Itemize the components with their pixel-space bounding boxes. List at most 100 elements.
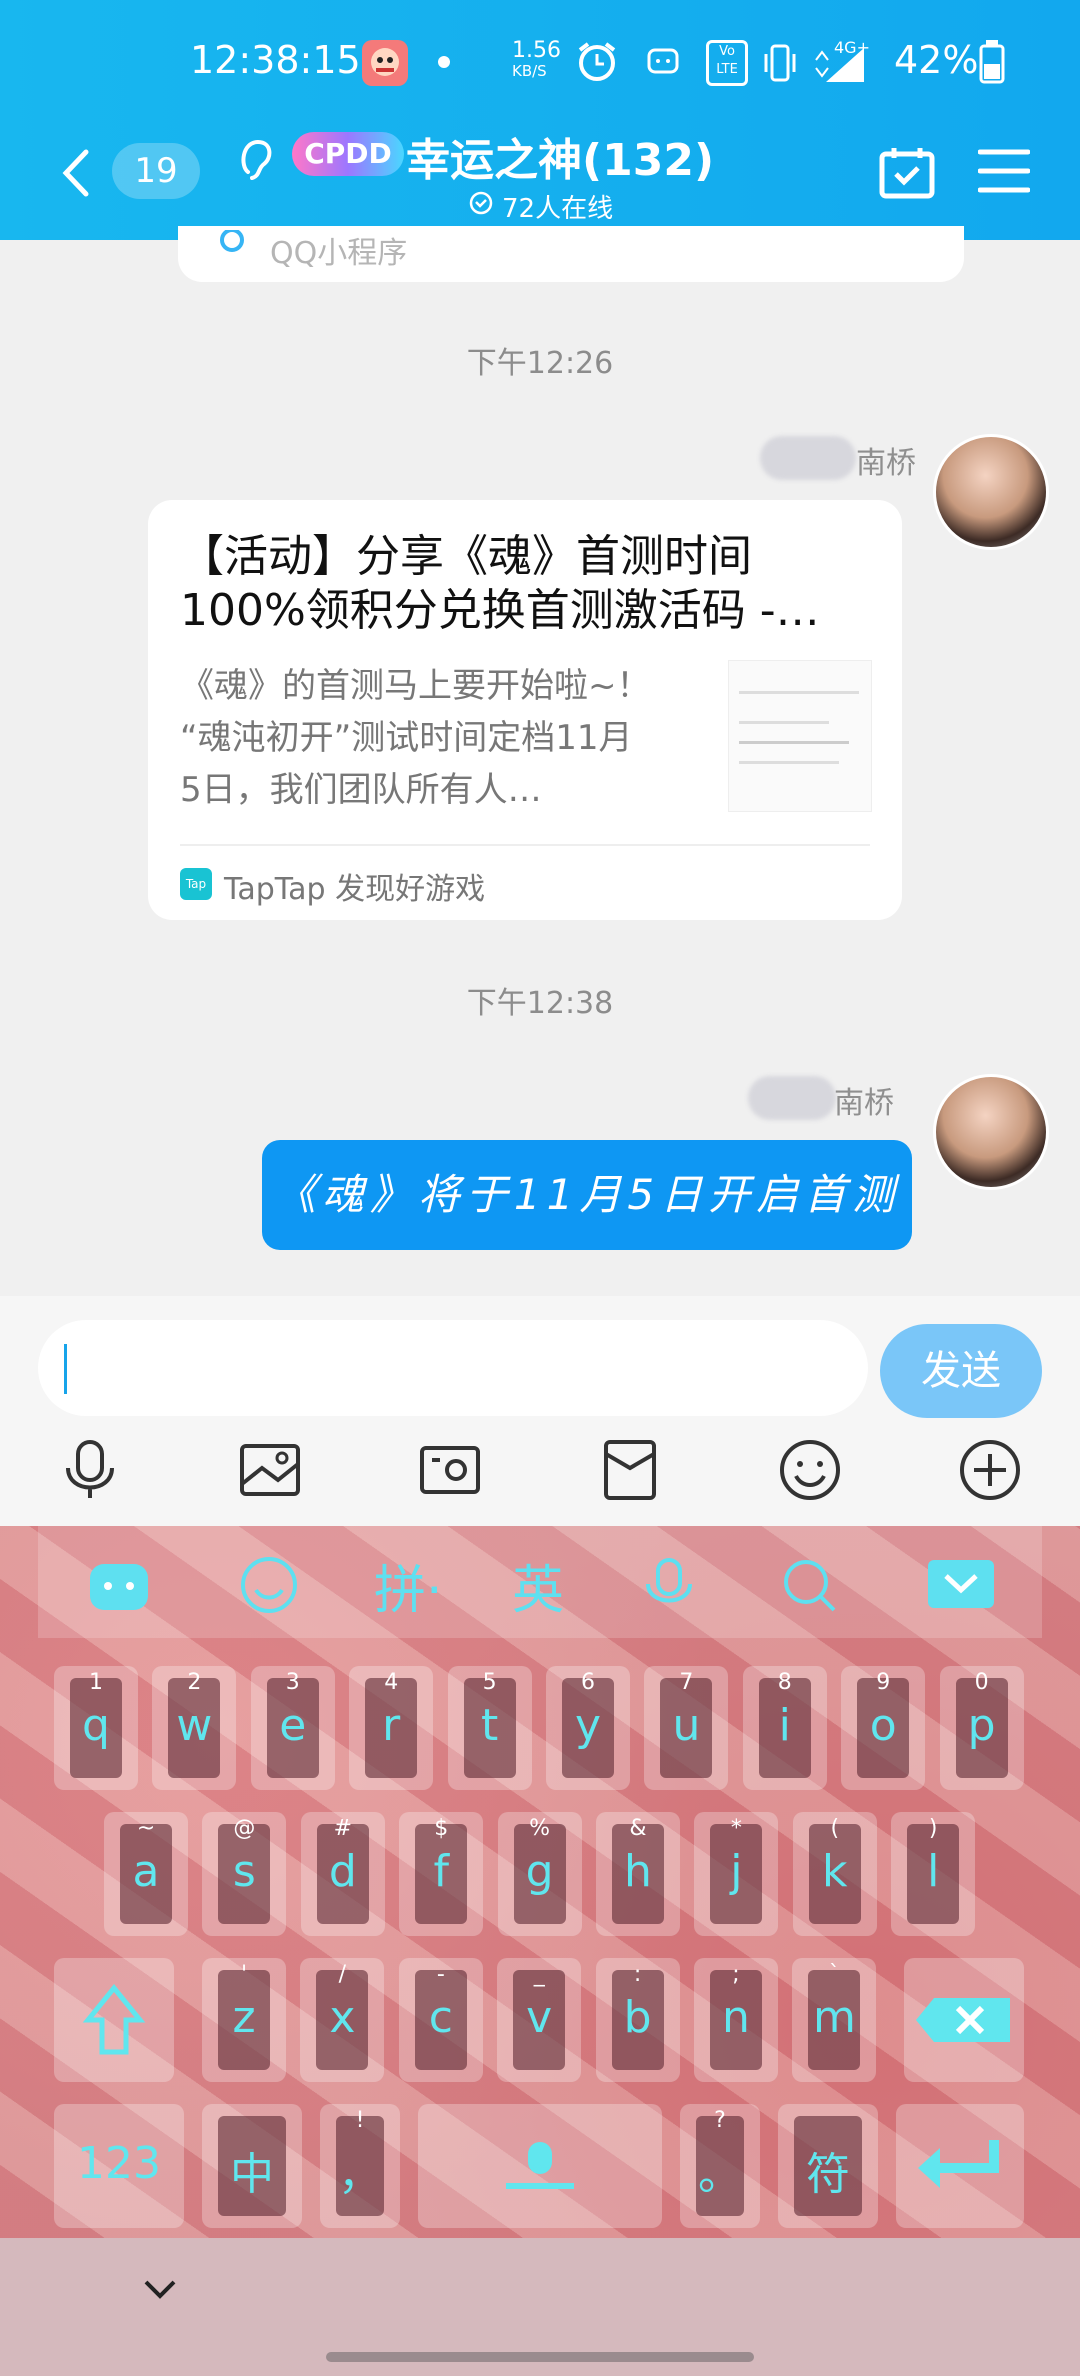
key-label: l: [927, 1846, 940, 1897]
key-hint: 7: [679, 1670, 694, 1695]
dot-indicator: [438, 56, 450, 68]
image-icon[interactable]: [238, 1438, 302, 1502]
number-mode-key[interactable]: 123: [54, 2104, 184, 2228]
key-hint: 5: [482, 1670, 497, 1695]
card-desc-line3: 5日，我们团队所有人…: [180, 770, 542, 810]
key-s[interactable]: @ s: [202, 1812, 287, 1936]
key-label: x: [329, 1992, 356, 2043]
english-mode-button[interactable]: 英: [512, 1548, 564, 1623]
speed-unit: KB/S: [512, 62, 547, 80]
key-y[interactable]: 6y: [546, 1666, 630, 1790]
avatar[interactable]: [933, 1074, 1049, 1190]
message-input[interactable]: [38, 1320, 868, 1416]
key-q[interactable]: 1q: [54, 1666, 138, 1790]
key-e[interactable]: 3e: [250, 1666, 335, 1790]
red-packet-icon[interactable]: [598, 1438, 662, 1502]
key-hint: 2: [187, 1670, 202, 1695]
keyboard-app-icon: [647, 48, 679, 74]
key-j[interactable]: * j: [694, 1812, 779, 1936]
mini-program-card[interactable]: QQ小程序: [178, 226, 964, 282]
avatar[interactable]: [933, 434, 1049, 550]
add-more-icon[interactable]: [958, 1438, 1022, 1502]
key-label: s: [232, 1846, 256, 1897]
keyboard-logo-icon[interactable]: [88, 1556, 150, 1614]
online-count: 72人在线: [502, 194, 614, 224]
key-hint: ;: [732, 1962, 740, 1987]
symbol-key[interactable]: 符: [778, 2104, 878, 2228]
microphone-icon[interactable]: [58, 1438, 122, 1502]
emoji-icon[interactable]: [238, 1554, 300, 1616]
collapse-chevron-icon[interactable]: [140, 2274, 180, 2304]
chinese-mode-key[interactable]: 中: [202, 2104, 302, 2228]
key-label: f: [433, 1846, 449, 1897]
key-hint: -: [436, 1962, 445, 1987]
key-o[interactable]: 9o: [841, 1666, 926, 1790]
key-hint: ~: [136, 1816, 156, 1841]
sender-name-blurred: [748, 1076, 836, 1120]
key-c[interactable]: -c: [398, 1958, 483, 2082]
key-g[interactable]: % g: [497, 1812, 582, 1936]
key-u[interactable]: 7u: [644, 1666, 729, 1790]
sender-name: 南桥: [856, 446, 916, 481]
key-z[interactable]: ' z: [202, 1958, 286, 2082]
send-button[interactable]: 发送: [880, 1324, 1042, 1418]
key-m[interactable]: ` m: [792, 1958, 877, 2082]
shared-link-card[interactable]: 【活动】分享《魂》首测时间 100%领积分兑换首测激活码 -… 《魂》的首测马上…: [148, 500, 902, 920]
sender-name: 南桥: [834, 1086, 894, 1121]
key-hint: $: [434, 1816, 449, 1841]
key-hint: @: [233, 1816, 256, 1841]
enter-key[interactable]: [896, 2104, 1024, 2228]
search-icon[interactable]: [778, 1554, 840, 1616]
key-w[interactable]: 2w: [152, 1666, 237, 1790]
ear-mode-icon[interactable]: [238, 136, 274, 186]
key-label: w: [176, 1700, 213, 1751]
key-hint: _: [533, 1962, 545, 1987]
voice-icon[interactable]: [638, 1556, 700, 1614]
emoji-icon[interactable]: [778, 1438, 842, 1502]
key-d[interactable]: # d: [300, 1812, 385, 1936]
back-icon[interactable]: [56, 148, 96, 198]
key-hint: `: [828, 1962, 840, 1987]
battery-percent: 42%: [894, 38, 979, 82]
unread-count-badge[interactable]: 19: [112, 143, 200, 199]
key-a[interactable]: ~ a: [104, 1812, 188, 1936]
key-p[interactable]: 0p: [939, 1666, 1024, 1790]
camera-icon[interactable]: [418, 1438, 482, 1502]
key-hint: :: [633, 1962, 642, 1987]
key-hint: 0: [974, 1670, 989, 1695]
card-thumbnail: [728, 660, 872, 812]
pinyin-mode-button[interactable]: 拼·: [374, 1548, 443, 1623]
key-l[interactable]: ) l: [891, 1812, 976, 1936]
key-h[interactable]: & h: [596, 1812, 680, 1936]
message-bubble[interactable]: 《魂》将于11月5日开启首测: [262, 1140, 912, 1250]
key-x[interactable]: / x: [300, 1958, 385, 2082]
key-hint: %: [529, 1816, 551, 1841]
comma-key[interactable]: !，: [320, 2104, 400, 2228]
space-key[interactable]: [418, 2104, 662, 2228]
key-n[interactable]: ; n: [694, 1958, 778, 2082]
period-key[interactable]: ?。: [680, 2104, 760, 2228]
chinese-mode-label: 中: [230, 2149, 274, 2200]
key-b[interactable]: :b: [595, 1958, 680, 2082]
hide-keyboard-icon[interactable]: [926, 1558, 996, 1610]
key-i[interactable]: 8i: [742, 1666, 827, 1790]
period-hint: ?: [714, 2108, 726, 2133]
key-label: z: [232, 1992, 256, 2043]
backspace-key[interactable]: [904, 1958, 1024, 2082]
key-v[interactable]: _ v: [497, 1958, 582, 2082]
text-cursor: [64, 1344, 67, 1394]
signal-icon: [815, 48, 864, 82]
key-k[interactable]: (k: [792, 1812, 877, 1936]
card-divider: [180, 844, 870, 846]
home-indicator[interactable]: [326, 2352, 754, 2362]
key-hint: 6: [581, 1670, 595, 1695]
group-title[interactable]: 幸运之神(132): [406, 124, 714, 188]
menu-icon[interactable]: [978, 148, 1030, 194]
key-t[interactable]: 5t: [447, 1666, 532, 1790]
key-hint: #: [333, 1816, 353, 1841]
shift-key[interactable]: [54, 1958, 174, 2082]
checkin-calendar-icon[interactable]: [878, 144, 936, 200]
volte-icon: Vo LTE: [706, 40, 748, 86]
key-r[interactable]: 4r: [349, 1666, 434, 1790]
key-f[interactable]: $ f: [399, 1812, 484, 1936]
